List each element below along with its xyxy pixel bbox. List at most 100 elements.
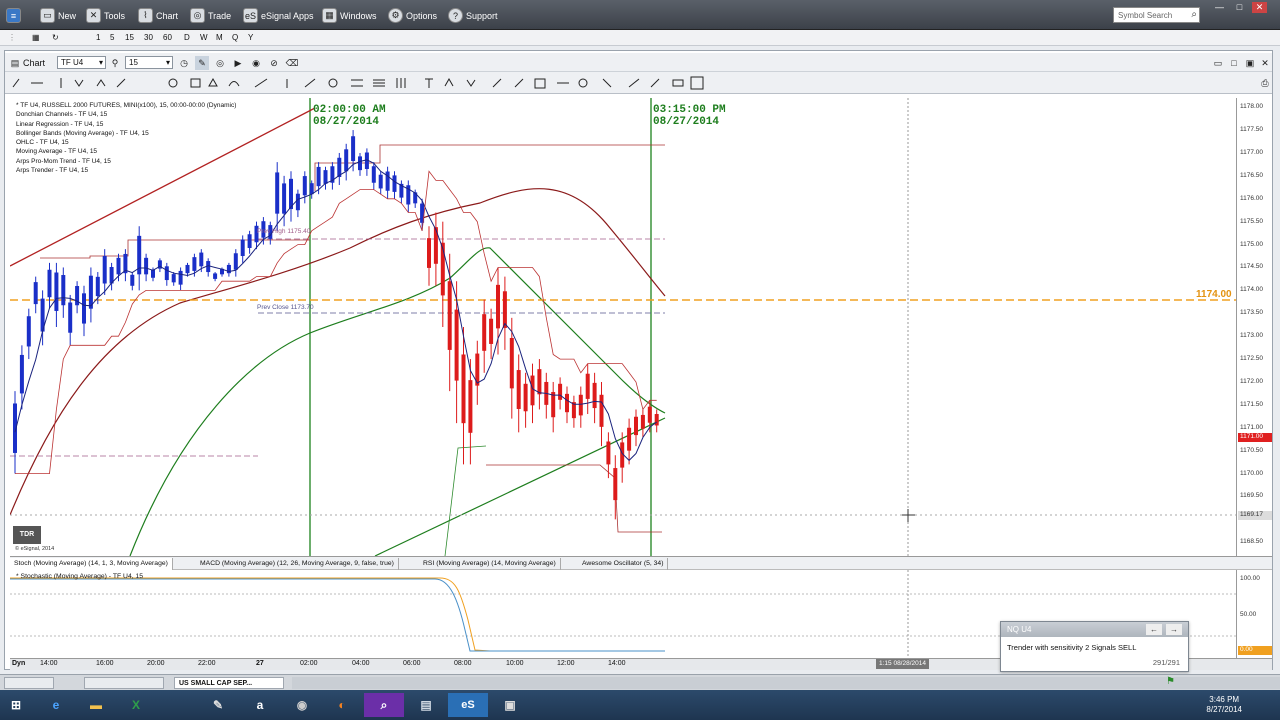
tab-rsi[interactable]: RSI (Moving Average) (14, Moving Average… — [419, 558, 561, 570]
interval-5[interactable]: 5 — [110, 33, 114, 42]
minimize-button[interactable]: — — [1212, 2, 1227, 13]
price-tick-label: 1176.50 — [1240, 171, 1264, 179]
regression-lower-line — [374, 417, 666, 556]
legend-item[interactable]: * TF U4, RUSSELL 2000 FUTURES, MINI(x100… — [16, 101, 236, 110]
alert-icon[interactable]: ⊘ — [267, 56, 281, 70]
candle-body — [213, 273, 218, 279]
interval-30[interactable]: 30 — [144, 33, 153, 42]
symbol-search-input[interactable]: Symbol Search ⌕ — [1113, 7, 1200, 23]
candle-body — [496, 284, 500, 329]
clock-icon[interactable]: ◷ — [177, 56, 191, 70]
interval-1[interactable]: 1 — [96, 33, 100, 42]
candle-body — [530, 375, 535, 406]
interval-select[interactable]: 15 ▾ — [125, 56, 173, 69]
explorer-icon[interactable]: ▬ — [76, 693, 116, 717]
page-tab-blank[interactable] — [4, 677, 54, 689]
price-tick-label: 1171.50 — [1240, 400, 1264, 408]
candle-body — [489, 318, 494, 344]
windows-button[interactable]: ▦ Windows — [322, 7, 377, 24]
legend-item[interactable]: Arps Pro-Mom Trend - TF U4, 15 — [16, 157, 236, 166]
ie-icon[interactable]: e — [36, 693, 76, 717]
maximize-icon[interactable]: □ — [1227, 56, 1241, 70]
search-app-icon[interactable]: ⌕ — [364, 693, 404, 717]
trade-icon: ◎ — [190, 8, 205, 23]
floppy-icon[interactable]: ▣ — [490, 693, 530, 717]
candle-body — [585, 373, 590, 399]
legend-item[interactable]: Linear Regression - TF U4, 15 — [16, 120, 236, 129]
page-tabs-filler — [292, 677, 1280, 689]
interval-15[interactable]: 15 — [125, 33, 134, 42]
options-button[interactable]: ⚙ Options — [388, 7, 437, 24]
support-button[interactable]: ? Support — [448, 7, 498, 24]
firefox-icon[interactable]: ◐ — [322, 693, 362, 717]
close-button[interactable]: ✕ — [1252, 2, 1267, 13]
time-marker-label-1: 02:00:00 AM 08/27/2014 — [313, 104, 386, 128]
alert-popup[interactable]: NQ U4 ← → Trender with sensitivity 2 Sig… — [1000, 621, 1189, 672]
legend-item[interactable]: Bollinger Bands (Moving Average) - TF U4… — [16, 129, 236, 138]
price-tick-label: 1173.00 — [1240, 332, 1264, 340]
study-tabs: Stoch (Moving Average) (14, 1, 3, Moving… — [10, 556, 1272, 570]
tab-stochastic[interactable]: Stoch (Moving Average) (14, 1, 3, Moving… — [10, 558, 173, 570]
page-tab-blank[interactable] — [84, 677, 164, 689]
draw-icon[interactable]: ✎ — [195, 56, 209, 70]
page-tab-active[interactable]: US SMALL CAP SEP... — [174, 677, 284, 689]
candle-body — [634, 416, 638, 436]
tools-icon: ✕ — [86, 8, 101, 23]
float-icon[interactable]: ▣ — [1243, 56, 1257, 70]
price-tick-label: 1168.50 — [1240, 538, 1264, 546]
amazon-icon[interactable]: a — [240, 693, 280, 717]
candle-body — [295, 193, 300, 211]
print-icon[interactable]: ⎙ — [1258, 76, 1272, 90]
close-icon[interactable]: ✕ — [1258, 56, 1272, 70]
interval-d[interactable]: D — [184, 33, 190, 42]
drawing-tools-strip[interactable] — [5, 72, 705, 94]
new-button[interactable]: ▭ New — [40, 7, 76, 24]
replay-icon[interactable]: ▶ — [231, 56, 245, 70]
restore-icon[interactable]: ▭ — [1211, 56, 1225, 70]
paint-icon[interactable]: ✎ — [198, 693, 238, 717]
symbol-select[interactable]: TF U4 ▾ — [57, 56, 106, 69]
legend-item[interactable]: Donchian Channels - TF U4, 15 — [16, 110, 236, 119]
legend-item[interactable]: Moving Average - TF U4, 15 — [16, 147, 236, 156]
price-tick-label: 1174.00 — [1240, 286, 1264, 294]
interval-m[interactable]: M — [216, 33, 223, 42]
interval-60[interactable]: 60 — [163, 33, 172, 42]
candle-body — [592, 382, 597, 409]
candle-body — [185, 264, 190, 274]
link-icon[interactable]: ⚲ — [108, 56, 122, 70]
esignal-apps-button[interactable]: eS eSignal Apps — [243, 7, 314, 24]
maximize-button[interactable]: □ — [1232, 2, 1247, 13]
app-logo-icon[interactable]: ≡ — [6, 7, 24, 24]
media-icon[interactable]: ◉ — [282, 693, 322, 717]
trade-button[interactable]: ◎ Trade — [190, 7, 231, 24]
price-tick-label: 1172.00 — [1240, 377, 1264, 385]
chart-button[interactable]: ⌇ Chart — [138, 7, 178, 24]
zoom-icon[interactable]: ◉ — [249, 56, 263, 70]
interval-w[interactable]: W — [200, 33, 208, 42]
alert-bell-icon[interactable]: ⚑ — [1166, 676, 1175, 687]
price-axis[interactable]: 1178.00 1177.50 1177.00 1176.50 1176.00 1175.… — [1236, 98, 1272, 556]
excel-icon[interactable]: X — [116, 693, 156, 717]
start-button[interactable]: ⊞ — [0, 693, 32, 717]
interval-q[interactable]: Q — [232, 33, 238, 42]
esignal-icon[interactable]: eS — [448, 693, 488, 717]
tab-macd[interactable]: MACD (Moving Average) (12, 26, Moving Av… — [196, 558, 399, 570]
layout-icon[interactable]: ▦ — [32, 33, 40, 42]
system-clock[interactable]: 3:46 PM 8/27/2014 — [1206, 695, 1242, 715]
legend-item[interactable]: OHLC - TF U4, 15 — [16, 138, 236, 147]
candle-body — [116, 257, 121, 275]
refresh-icon[interactable]: ↻ — [52, 33, 59, 42]
alert-forward-icon[interactable]: → — [1166, 624, 1182, 635]
price-chart-area[interactable]: * TF U4, RUSSELL 2000 FUTURES, MINI(x100… — [10, 98, 1236, 556]
price-tick-label: 1173.50 — [1240, 309, 1264, 317]
legend-item[interactable]: Arps Trender - TF U4, 15 — [16, 166, 236, 175]
interval-y[interactable]: Y — [248, 33, 253, 42]
eraser-icon[interactable]: ⌫ — [285, 56, 299, 70]
tab-awesome-oscillator[interactable]: Awesome Oscillator (5, 34) — [578, 558, 669, 570]
network-icon[interactable]: ▤ — [406, 693, 446, 717]
price-tick-label: 1175.50 — [1240, 217, 1264, 225]
candle-body — [502, 291, 507, 328]
alert-back-icon[interactable]: ← — [1146, 624, 1162, 635]
tools-button[interactable]: ✕ Tools — [86, 7, 125, 24]
cursor-icon[interactable]: ◎ — [213, 56, 227, 70]
